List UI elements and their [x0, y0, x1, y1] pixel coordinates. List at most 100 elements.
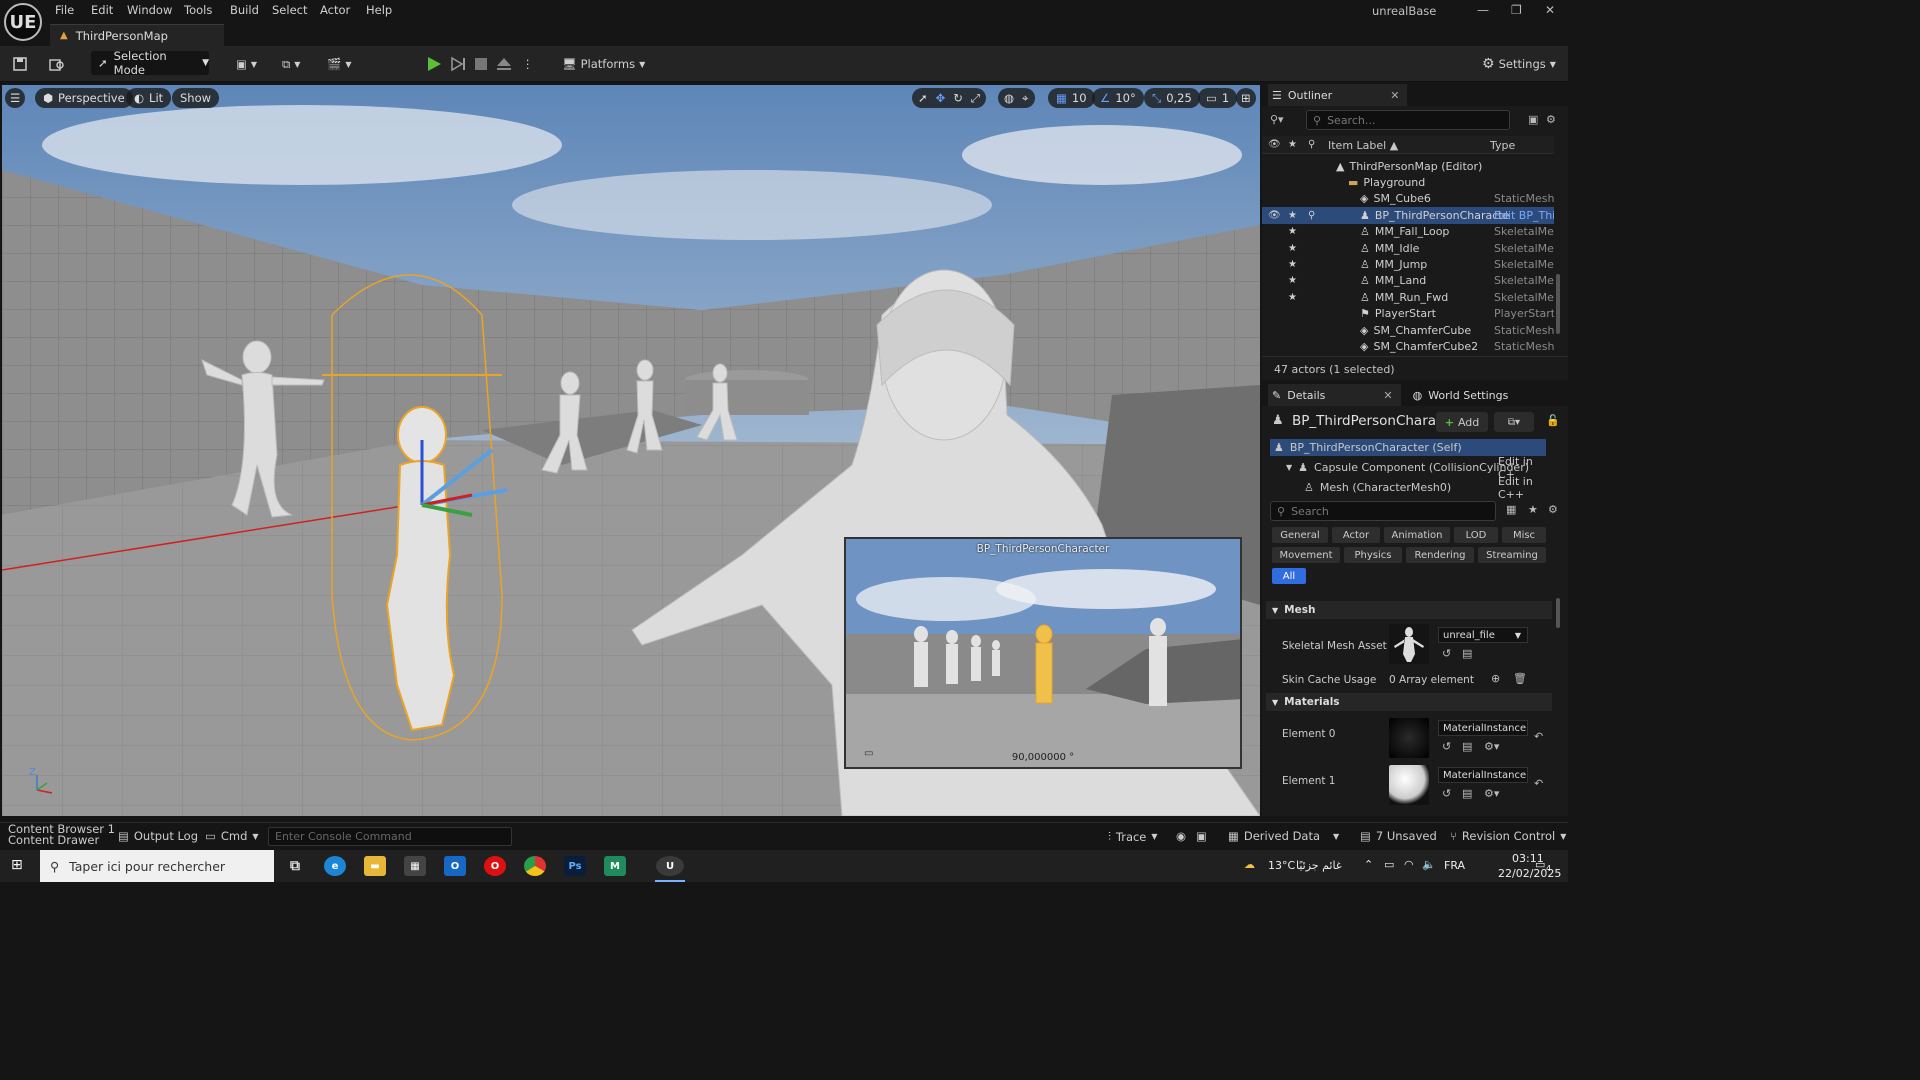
gear-icon[interactable]: ⚙: [1546, 113, 1556, 126]
element0-dropdown[interactable]: MaterialInstanceDyna: [1438, 720, 1528, 736]
lock-icon[interactable]: 🔓: [1546, 414, 1560, 427]
pin-icon[interactable]: ⚲: [1308, 210, 1315, 221]
cmd-dropdown[interactable]: ▭ Cmd ▼: [205, 829, 259, 843]
unsaved-button[interactable]: ▤ 7 Unsaved: [1360, 829, 1437, 843]
taskbar-search-input[interactable]: ⚲ Taper ici pour rechercher: [40, 850, 274, 882]
camera-speed-button[interactable]: ▭ 1: [1198, 88, 1238, 108]
menu-build[interactable]: Build: [230, 3, 259, 17]
reset-icon[interactable]: ↺: [1442, 740, 1451, 753]
add-component-button[interactable]: + Add: [1436, 412, 1488, 432]
record-icon[interactable]: ◉: [1176, 829, 1186, 843]
outliner-row[interactable]: ◈ SM_Cube6 StaticMeshA: [1262, 191, 1554, 207]
close-window-icon[interactable]: ✕: [1545, 3, 1555, 17]
app-m-icon[interactable]: M: [604, 856, 626, 876]
clock-date[interactable]: 22/02/2025: [1498, 867, 1561, 880]
options-icon[interactable]: ⚙▾: [1484, 740, 1499, 753]
blueprint-menu-icon[interactable]: ⧉ ▼: [282, 54, 300, 74]
selection-mode-dropdown[interactable]: ➚ Selection Mode ▼: [91, 49, 209, 77]
perspective-button[interactable]: ⬢ Perspective: [35, 88, 133, 108]
more-options-icon[interactable]: ⋮: [522, 54, 534, 74]
filter-lod[interactable]: LOD: [1454, 527, 1498, 543]
lit-button[interactable]: ◐ Lit: [126, 88, 172, 108]
scale-snap-button[interactable]: ⤡ 0,25: [1144, 88, 1200, 108]
browse-icon[interactable]: [48, 54, 66, 74]
level-viewport[interactable]: Z ☰ ⬢ Perspective ◐ Lit Show ➚ ✥ ↻ ⤢ ◍ ⌖…: [2, 85, 1260, 816]
surface-snap-icon[interactable]: ⌖: [1022, 91, 1028, 106]
outliner-row[interactable]: ◈ SM_ChamferCube2 StaticMeshA: [1262, 338, 1554, 354]
menu-help[interactable]: Help: [366, 3, 392, 17]
select-tool-icon[interactable]: ➚: [918, 91, 928, 105]
unreal-taskbar-icon[interactable]: U: [656, 856, 684, 876]
section-mesh[interactable]: ▼ Mesh: [1266, 601, 1552, 619]
filter-misc[interactable]: Misc: [1502, 527, 1546, 543]
save-icon[interactable]: [12, 54, 28, 74]
globe-icon[interactable]: ◍: [1004, 91, 1014, 105]
notification-icon[interactable]: ▭: [1535, 858, 1545, 871]
gear-icon[interactable]: ⚙: [1548, 503, 1558, 516]
volume-icon[interactable]: 🔈: [1422, 858, 1436, 871]
language-indicator[interactable]: FRA: [1444, 859, 1465, 872]
filter-all[interactable]: All: [1272, 568, 1306, 584]
type-column[interactable]: Type: [1490, 139, 1515, 152]
filter-animation[interactable]: Animation: [1384, 527, 1450, 543]
filter-icon[interactable]: ⚲▾: [1270, 113, 1284, 126]
add-folder-icon[interactable]: ▣: [1528, 113, 1538, 126]
menu-tools[interactable]: Tools: [184, 3, 212, 17]
component-row-capsule[interactable]: ▼ ♟ Capsule Component (CollisionCylinder…: [1270, 455, 1546, 481]
show-button[interactable]: Show: [172, 88, 220, 108]
menu-window[interactable]: Window: [127, 3, 172, 17]
close-icon[interactable]: ✕: [1383, 389, 1392, 402]
minimize-icon[interactable]: —: [1477, 3, 1489, 17]
filter-actor[interactable]: Actor: [1332, 527, 1380, 543]
close-icon[interactable]: ✕: [1390, 89, 1399, 102]
browse-folder-icon[interactable]: ▤: [1462, 787, 1472, 800]
favorite-icon[interactable]: ★: [1288, 292, 1297, 303]
world-settings-tab[interactable]: ◍ World Settings: [1413, 389, 1509, 402]
cinematics-icon[interactable]: 🎬 ▼: [327, 54, 351, 74]
filter-streaming[interactable]: Streaming: [1478, 547, 1546, 563]
star-icon[interactable]: ★: [1528, 503, 1538, 516]
move-tool-icon[interactable]: ✥: [936, 91, 946, 105]
favorite-icon[interactable]: ★: [1288, 259, 1297, 270]
reset-icon[interactable]: ↺: [1442, 647, 1451, 660]
favorite-icon[interactable]: ★: [1288, 210, 1297, 221]
details-tab[interactable]: ✎ Details ✕: [1268, 384, 1401, 406]
outliner-row[interactable]: 👁 ⚲ ★ ♟ BP_ThirdPersonCharacte Edit BP_Thir: [1262, 207, 1554, 224]
element1-dropdown[interactable]: MaterialInstanceDyna: [1438, 767, 1528, 783]
menu-file[interactable]: File: [55, 3, 74, 17]
outliner-search-input[interactable]: ⚲ Search...: [1306, 110, 1510, 130]
outliner-row[interactable]: ▲ ThirdPersonMap (Editor): [1262, 158, 1554, 174]
screenshot-icon[interactable]: ▣: [1196, 829, 1207, 843]
visibility-icon[interactable]: 👁: [1268, 210, 1281, 221]
browse-folder-icon[interactable]: ▤: [1462, 740, 1472, 753]
opera-icon[interactable]: O: [484, 856, 506, 876]
layout-icon[interactable]: ⊞: [1236, 88, 1256, 108]
task-view-icon[interactable]: ⧉: [284, 856, 306, 876]
derived-data-dropdown[interactable]: ▦ Derived Data ▼: [1228, 829, 1339, 843]
play-button[interactable]: [426, 54, 442, 74]
tab-thirdpersonmap[interactable]: ▲ ThirdPersonMap: [50, 24, 224, 46]
outliner-row[interactable]: ★ ♙ MM_Idle SkeletalMes: [1262, 240, 1554, 256]
element0-thumbnail[interactable]: [1389, 718, 1429, 758]
photoshop-icon[interactable]: Ps: [564, 856, 586, 876]
options-icon[interactable]: ⚙▾: [1484, 787, 1499, 800]
add-actor-icon[interactable]: ▣ ▼: [236, 54, 257, 74]
wifi-icon[interactable]: ◠: [1404, 858, 1414, 871]
store-icon[interactable]: ▦: [404, 856, 426, 876]
table-view-icon[interactable]: ▦: [1506, 503, 1516, 516]
details-search-input[interactable]: ⚲ Search: [1270, 501, 1496, 521]
item-label-column[interactable]: Item Label ▲: [1328, 139, 1398, 152]
windows-start-icon[interactable]: ⊞: [11, 857, 23, 873]
filter-rendering[interactable]: Rendering: [1406, 547, 1474, 563]
outliner-row[interactable]: ▬ Playground: [1262, 174, 1554, 190]
grid-snap-button[interactable]: ▦ 10: [1048, 88, 1095, 108]
outliner-tab[interactable]: ☰ Outliner ✕: [1268, 84, 1408, 106]
blueprint-options-button[interactable]: ⧉▾: [1494, 412, 1534, 432]
filter-movement[interactable]: Movement: [1272, 547, 1340, 563]
menu-select[interactable]: Select: [272, 3, 307, 17]
rotate-tool-icon[interactable]: ↻: [953, 91, 963, 105]
scale-tool-icon[interactable]: ⤢: [971, 91, 980, 106]
element1-thumbnail[interactable]: [1389, 765, 1429, 805]
file-explorer-icon[interactable]: ▬: [364, 856, 386, 876]
revert-icon[interactable]: ↶: [1534, 730, 1543, 743]
